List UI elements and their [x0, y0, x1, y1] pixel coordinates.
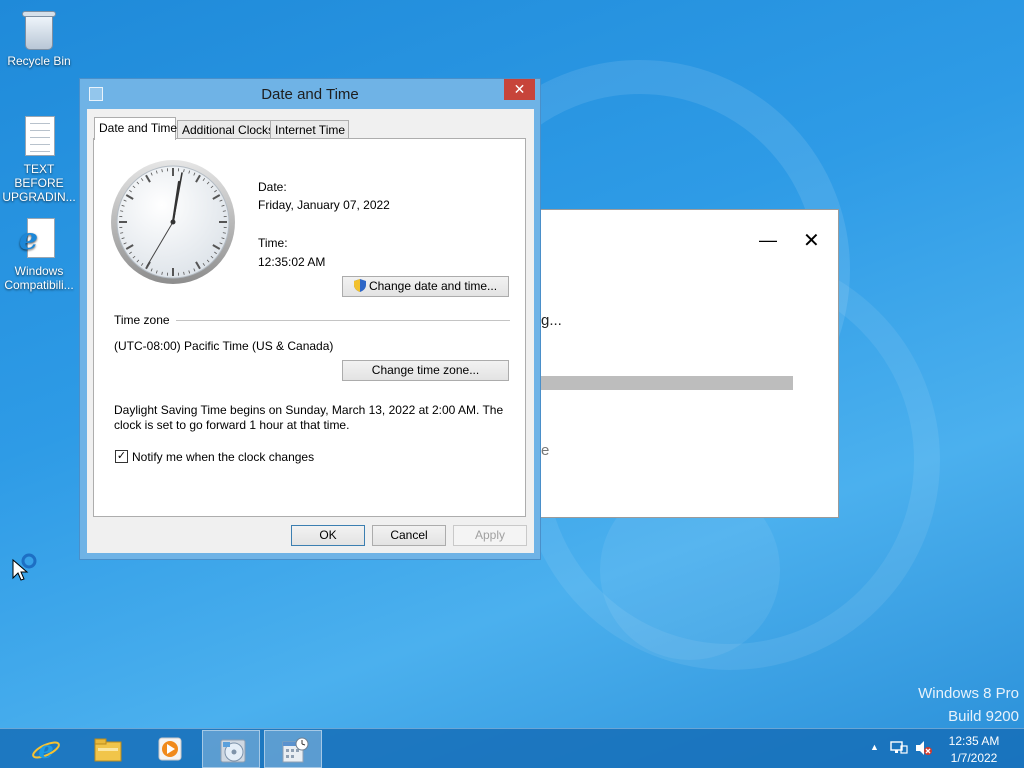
taskbar-disc-setup[interactable] [202, 730, 260, 768]
date-time-icon [282, 737, 309, 763]
build-watermark: Build 9200 [948, 708, 1019, 725]
cancel-button[interactable]: Cancel [372, 525, 446, 546]
desktop-icon-text-file[interactable]: TEXT BEFORE UPGRADIN... [1, 114, 77, 204]
partial-text: e [541, 442, 550, 459]
close-button[interactable]: ✕ [803, 228, 820, 253]
uac-shield-icon [353, 279, 366, 292]
disc-setup-icon [220, 739, 246, 763]
desktop-icon-label: TEXT BEFORE UPGRADIN... [2, 162, 76, 204]
internet-explorer-icon: e [32, 735, 60, 763]
edition-watermark: Windows 8 Pro [918, 685, 1019, 702]
notify-checkbox[interactable]: ✓ [115, 450, 128, 463]
desktop-icon-windows-compatibility[interactable]: e Windows Compatibili... [1, 216, 77, 292]
internet-explorer-shortcut-icon: e [19, 216, 59, 262]
timezone-value: (UTC-08:00) Pacific Time (US & Canada) [114, 339, 334, 353]
progress-bar [541, 376, 793, 390]
file-explorer-icon [94, 738, 122, 762]
taskbar-date-time[interactable] [264, 730, 322, 768]
desktop-icon-label: Recycle Bin [7, 54, 71, 68]
text-document-icon [19, 114, 59, 160]
tab-panel: Date: Friday, January 07, 2022 Time: 12:… [93, 138, 526, 517]
taskbar-media-player[interactable] [140, 730, 198, 768]
dst-info-line-1: Daylight Saving Time begins on Sunday, M… [114, 403, 504, 417]
minimize-button[interactable]: — [759, 230, 777, 251]
media-player-icon [158, 737, 182, 761]
analog-clock [111, 160, 235, 284]
svg-text:e: e [38, 735, 53, 763]
tab-additional-clocks[interactable]: Additional Clocks [177, 120, 274, 139]
date-value: Friday, January 07, 2022 [258, 198, 390, 212]
busy-cursor-icon [12, 553, 37, 581]
title-bar[interactable]: Date and Time ✕ [80, 79, 540, 109]
change-date-time-button[interactable]: Change date and time... [342, 276, 509, 297]
tab-internet-time[interactable]: Internet Time [270, 120, 349, 139]
change-date-time-label: Change date and time... [368, 279, 498, 293]
taskbar: e ▲ 12:35 AM 1/7/2022 [0, 728, 1024, 768]
desktop-icon-recycle-bin[interactable]: Recycle Bin [1, 6, 77, 68]
tab-date-and-time[interactable]: Date and Time [94, 117, 177, 140]
close-button[interactable]: ✕ [504, 79, 535, 100]
network-icon[interactable] [890, 740, 908, 756]
date-label: Date: [258, 180, 287, 194]
notify-checkbox-label[interactable]: Notify me when the clock changes [132, 450, 314, 464]
apply-button: Apply [453, 525, 527, 546]
dst-info-line-2: clock is set to go forward 1 hour at tha… [114, 418, 350, 432]
desktop-icon-label: Windows Compatibili... [4, 264, 74, 292]
timezone-separator [176, 320, 510, 321]
change-time-zone-button[interactable]: Change time zone... [342, 360, 509, 381]
date-time-dialog: Date and Time ✕ Date and Time Additional… [79, 78, 541, 560]
ok-button[interactable]: OK [291, 525, 365, 546]
volume-muted-icon[interactable] [915, 740, 933, 756]
background-setup-window: — ✕ g... e [540, 209, 839, 518]
dialog-client-area: Date and Time Additional Clocks Internet… [87, 109, 534, 553]
time-value: 12:35:02 AM [258, 255, 326, 269]
timezone-header: Time zone [114, 313, 170, 327]
taskbar-internet-explorer[interactable]: e [16, 730, 74, 768]
time-label: Time: [258, 236, 288, 250]
partial-status-text: g... [541, 312, 562, 329]
dialog-title: Date and Time [261, 86, 359, 103]
show-hidden-icons-button[interactable]: ▲ [870, 742, 879, 752]
taskbar-file-explorer[interactable] [78, 730, 136, 768]
tray-clock-time[interactable]: 12:35 AM [944, 734, 1004, 748]
recycle-bin-icon [19, 6, 59, 52]
tray-clock-date[interactable]: 1/7/2022 [944, 751, 1004, 765]
